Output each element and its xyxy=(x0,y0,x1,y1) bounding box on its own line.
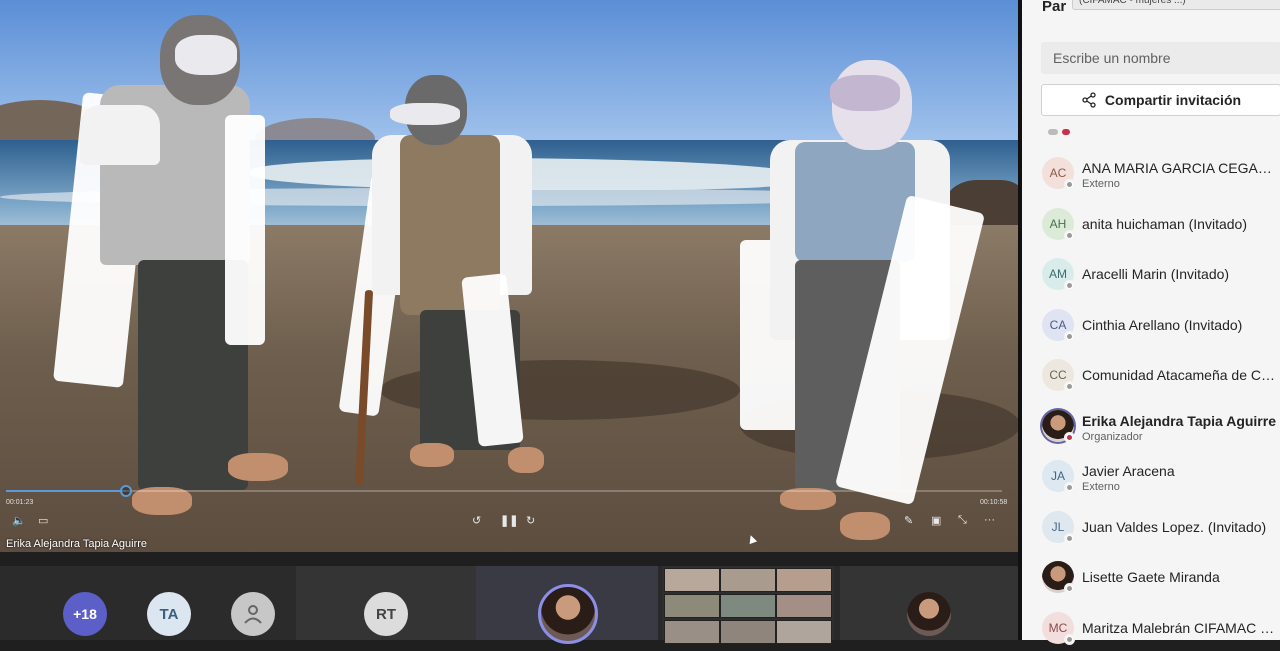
participant-name: anita huichaman (Invitado) xyxy=(1082,215,1247,232)
video-progress-fill xyxy=(6,490,126,492)
dancer-center xyxy=(338,75,550,486)
participants-panel: Par (CIFAMAC - mujeres ...) Compartir in… xyxy=(1022,0,1280,645)
participant-row[interactable]: CA Cinthia Arellano (Invitado) xyxy=(1022,298,1280,348)
tooltip: (CIFAMAC - mujeres ...) xyxy=(1072,0,1280,10)
share-icon xyxy=(1082,92,1096,108)
video-progress-bar[interactable] xyxy=(6,485,1002,497)
gallery-tile-speaker[interactable] xyxy=(476,566,658,644)
presenter-name-label: Erika Alejandra Tapia Aguirre xyxy=(6,538,148,550)
participant-gallery: +18 TA RT xyxy=(0,566,1018,644)
presence-status-icon xyxy=(1064,381,1075,392)
gallery-tile-ta[interactable]: TA xyxy=(140,566,210,640)
shared-video-stage[interactable]: 00:01:23 00:10:58 🔈 ▭ ↺ ❚❚ ↻ ✎ ▣ ⤡ ··· E… xyxy=(0,0,1018,552)
pen-icon[interactable]: ✎ xyxy=(904,514,913,527)
participant-role: Externo xyxy=(1082,178,1120,190)
participant-name: Maritza Malebrán CIFAMAC (I... xyxy=(1082,619,1278,636)
video-progress-knob[interactable] xyxy=(119,485,132,497)
presence-status-icon xyxy=(1064,633,1075,645)
presence-status-icon xyxy=(1064,431,1075,443)
participant-name: Juan Valdes Lopez. (Invitado) xyxy=(1082,518,1267,535)
participant-name: Javier Aracena xyxy=(1082,463,1175,479)
panel-title: Par xyxy=(1042,0,1067,15)
gallery-tile-more[interactable]: +18 xyxy=(0,566,140,640)
pause-icon[interactable]: ❚❚ xyxy=(500,514,518,527)
pip-icon[interactable]: ▣ xyxy=(931,514,941,527)
presence-status-icon xyxy=(1064,532,1075,544)
share-invite-label: Compartir invitación xyxy=(1104,92,1242,108)
gallery-tile-participant[interactable] xyxy=(840,566,1018,640)
presence-status-icon xyxy=(1064,482,1075,493)
presence-status-icon xyxy=(1064,330,1075,342)
search-participants-input[interactable] xyxy=(1041,42,1280,74)
presence-status-icon xyxy=(1064,229,1075,241)
participant-avatar xyxy=(907,592,951,636)
participant-name: Cinthia Arellano (Invitado) xyxy=(1082,316,1243,333)
more-participants-badge[interactable]: +18 xyxy=(63,592,107,636)
participant-name: ANA MARIA GARCIA CEGARRA xyxy=(1082,160,1278,176)
current-time: 00:01:23 xyxy=(6,499,34,506)
participant-row[interactable]: JA Javier Aracena Externo xyxy=(1022,449,1280,499)
participant-row[interactable]: AC ANA MARIA GARCIA CEGARRA Externo xyxy=(1022,146,1280,196)
person-icon xyxy=(231,592,275,636)
video-frame xyxy=(0,0,1018,552)
gallery-tile-video-grid[interactable] xyxy=(662,566,834,644)
participant-row[interactable]: JL Juan Valdes Lopez. (Invitado) xyxy=(1022,500,1280,550)
participant-row[interactable]: AM Aracelli Marin (Invitado) xyxy=(1022,247,1280,297)
participant-row[interactable]: CC Comunidad Atacameña de Co... xyxy=(1022,348,1280,398)
participant-name: Aracelli Marin (Invitado) xyxy=(1082,266,1230,282)
captions-icon[interactable]: ▭ xyxy=(38,514,48,527)
total-time: 00:10:58 xyxy=(980,499,1008,506)
presence-status-icon xyxy=(1064,280,1075,291)
participant-role: Organizador xyxy=(1082,430,1143,443)
volume-icon[interactable]: 🔈 xyxy=(12,514,26,527)
participant-name: Comunidad Atacameña de Co... xyxy=(1082,367,1278,383)
participant-row[interactable]: Lisette Gaete Miranda xyxy=(1022,550,1280,600)
presence-status-icon xyxy=(1064,583,1075,594)
share-invite-button[interactable]: Compartir invitación xyxy=(1041,84,1280,116)
speaker-avatar xyxy=(538,584,598,644)
rewind-icon[interactable]: ↺ xyxy=(472,514,481,527)
avatar-ta: TA xyxy=(147,592,191,636)
gallery-tile-user[interactable] xyxy=(210,566,296,640)
participant-row[interactable]: Erika Alejandra Tapia Aguirre Organizador xyxy=(1022,399,1280,449)
participant-name: Lisette Gaete Miranda xyxy=(1082,569,1220,585)
participant-name: Erika Alejandra Tapia Aguirre xyxy=(1082,412,1276,429)
participant-row[interactable]: MC Maritza Malebrán CIFAMAC (I... xyxy=(1022,601,1280,651)
dancer-left xyxy=(53,15,288,535)
more-options-icon[interactable]: ··· xyxy=(984,514,995,526)
participant-row[interactable]: AH anita huichaman (Invitado) xyxy=(1022,197,1280,247)
presence-status-icon xyxy=(1064,179,1075,190)
participant-role: Externo xyxy=(1082,481,1120,493)
gallery-tile-rt[interactable]: RT xyxy=(296,566,476,640)
forward-icon[interactable]: ↻ xyxy=(526,514,535,527)
partial-participant-row xyxy=(1048,126,1078,140)
avatar-rt: RT xyxy=(364,592,408,636)
exit-fullscreen-icon[interactable]: ⤡ xyxy=(958,514,967,527)
dancer-right xyxy=(740,60,986,545)
